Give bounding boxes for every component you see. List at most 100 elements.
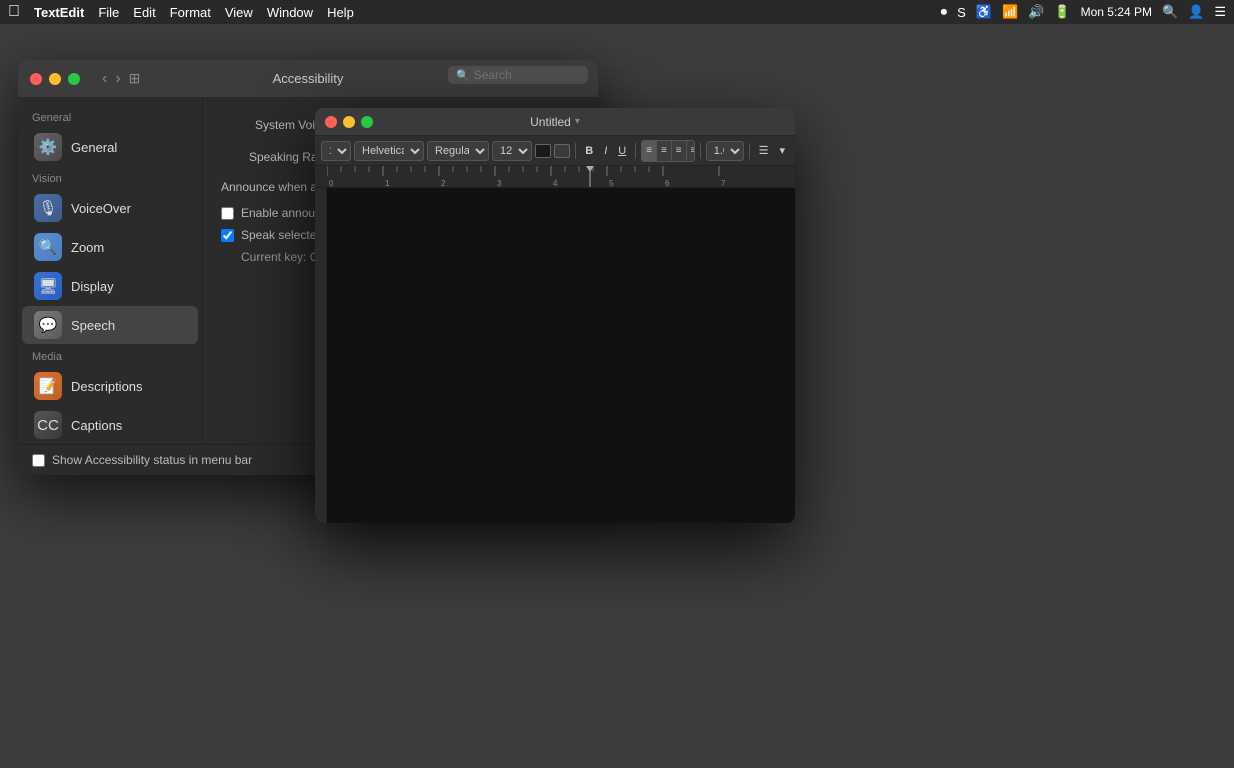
speech-icon: 💬	[34, 311, 62, 339]
wifi-icon: 📶	[1002, 4, 1018, 20]
sidebar-item-voiceover[interactable]: 🎙 VoiceOver	[22, 189, 198, 227]
te-editor[interactable]	[315, 188, 795, 523]
menubar-right: ⏺ S ♿ 📶 🔊 🔋 Mon 5:24 PM 🔍 👤 ☰	[941, 4, 1226, 20]
underline-button[interactable]: U	[614, 141, 630, 161]
svg-text:7: 7	[721, 179, 726, 188]
sidebar-item-zoom[interactable]: 🔍 Zoom	[22, 228, 198, 266]
svg-text:4: 4	[553, 179, 558, 188]
window-search[interactable]: 🔍	[448, 66, 588, 84]
grid-view-button[interactable]: ⊞	[129, 70, 141, 87]
app-name[interactable]: TextEdit	[34, 5, 84, 20]
align-left-button[interactable]: ≡	[642, 141, 657, 161]
svg-text:3: 3	[497, 179, 502, 188]
window-controls	[30, 73, 80, 85]
toolbar-divider-2	[635, 143, 636, 159]
speak-selected-checkbox[interactable]	[221, 229, 234, 242]
menu-format[interactable]: Format	[170, 5, 211, 20]
enable-announce-checkbox[interactable]	[221, 207, 234, 220]
sidebar-item-display[interactable]: 🖥 Display	[22, 267, 198, 305]
search-icon: 🔍	[456, 69, 470, 82]
control-center-icon[interactable]: ☰	[1214, 4, 1226, 20]
list-button[interactable]: ☰	[755, 141, 773, 161]
accessibility-icon: ♿	[976, 4, 992, 20]
te-minimize-button[interactable]	[343, 116, 355, 128]
te-line-numbers	[315, 188, 327, 523]
search-icon[interactable]: 🔍	[1162, 4, 1178, 20]
show-accessibility-checkbox[interactable]	[32, 454, 45, 467]
back-button[interactable]: ‹	[100, 71, 109, 87]
apple-menu[interactable]: 	[8, 3, 20, 21]
display-label: Display	[71, 279, 114, 294]
align-group: ≡ ≡ ≡ ≡	[641, 140, 695, 162]
close-button[interactable]	[30, 73, 42, 85]
svg-text:1: 1	[385, 179, 390, 188]
menu-window[interactable]: Window	[267, 5, 313, 20]
size-select[interactable]: 12	[492, 141, 532, 161]
more-button[interactable]: ▾	[775, 141, 789, 161]
current-key-label: Current key:	[241, 250, 306, 264]
record-icon: ⏺	[941, 4, 948, 20]
te-title: Untitled ▾	[530, 115, 580, 129]
toolbar-divider-4	[749, 143, 750, 159]
search-input[interactable]	[474, 68, 580, 82]
general-label: General	[71, 140, 117, 155]
zoom-icon: 🔍	[34, 233, 62, 261]
align-right-button[interactable]: ≡	[672, 141, 687, 161]
user-icon: 👤	[1188, 4, 1204, 20]
bold-button[interactable]: B	[581, 141, 597, 161]
battery-icon: 🔋	[1054, 4, 1070, 20]
menu-view[interactable]: View	[225, 5, 253, 20]
media-section-label: Media	[18, 345, 202, 366]
captions-label: Captions	[71, 418, 122, 433]
sidebar-item-captions[interactable]: CC Captions	[22, 406, 198, 444]
list-style-select[interactable]: 1	[321, 141, 351, 161]
align-center-button[interactable]: ≡	[657, 141, 672, 161]
descriptions-label: Descriptions	[71, 379, 143, 394]
te-titlebar: Untitled ▾	[315, 108, 795, 136]
te-title-text: Untitled	[530, 115, 571, 129]
window-titlebar: ‹ › ⊞ Accessibility 🔍	[18, 60, 598, 98]
text-color-box[interactable]	[535, 144, 551, 158]
forward-button[interactable]: ›	[113, 71, 122, 87]
te-close-button[interactable]	[325, 116, 337, 128]
toolbar-divider-3	[700, 143, 701, 159]
voiceover-icon: 🎙	[34, 194, 62, 222]
display-icon: 🖥	[34, 272, 62, 300]
font-select[interactable]: Helvetica	[354, 141, 424, 161]
skype-icon: S	[957, 5, 966, 20]
maximize-button[interactable]	[68, 73, 80, 85]
textedit-window: Untitled ▾ 1 Helvetica Regular 12 B I U …	[315, 108, 795, 523]
general-icon: ⚙️	[34, 133, 62, 161]
window-title: Accessibility	[273, 71, 344, 86]
te-toolbar: 1 Helvetica Regular 12 B I U ≡ ≡ ≡ ≡ 1.0…	[315, 136, 795, 166]
sidebar-item-descriptions[interactable]: 📝 Descriptions	[22, 367, 198, 405]
menubar:  TextEdit File Edit Format View Window …	[0, 0, 1234, 24]
menubar-left:  TextEdit File Edit Format View Window …	[8, 3, 354, 21]
te-maximize-button[interactable]	[361, 116, 373, 128]
vision-section-label: Vision	[18, 167, 202, 188]
speech-label: Speech	[71, 318, 115, 333]
zoom-label: Zoom	[71, 240, 104, 255]
menu-help[interactable]: Help	[327, 5, 354, 20]
menu-file[interactable]: File	[98, 5, 119, 20]
minimize-button[interactable]	[49, 73, 61, 85]
toolbar-divider-1	[575, 143, 576, 159]
svg-text:6: 6	[665, 179, 670, 188]
svg-text:2: 2	[441, 179, 446, 188]
ruler-ticks: 0 1 2 3 4 5 6 7	[319, 166, 791, 187]
highlight-color-box[interactable]	[554, 144, 570, 158]
svg-text:5: 5	[609, 179, 614, 188]
align-justify-button[interactable]: ≡	[687, 141, 695, 161]
sidebar-item-general[interactable]: ⚙️ General	[22, 128, 198, 166]
volume-icon: 🔊	[1028, 4, 1044, 20]
menu-edit[interactable]: Edit	[133, 5, 155, 20]
italic-button[interactable]: I	[600, 141, 611, 161]
sidebar: General ⚙️ General Vision 🎙 VoiceOver 🔍 …	[18, 98, 203, 475]
chevron-down-icon: ▾	[575, 116, 580, 127]
te-ruler: 0 1 2 3 4 5 6 7	[315, 166, 795, 188]
voiceover-label: VoiceOver	[71, 201, 131, 216]
style-select[interactable]: Regular	[427, 141, 489, 161]
line-spacing-select[interactable]: 1.0	[706, 141, 744, 161]
show-accessibility-label: Show Accessibility status in menu bar	[52, 453, 252, 467]
sidebar-item-speech[interactable]: 💬 Speech	[22, 306, 198, 344]
